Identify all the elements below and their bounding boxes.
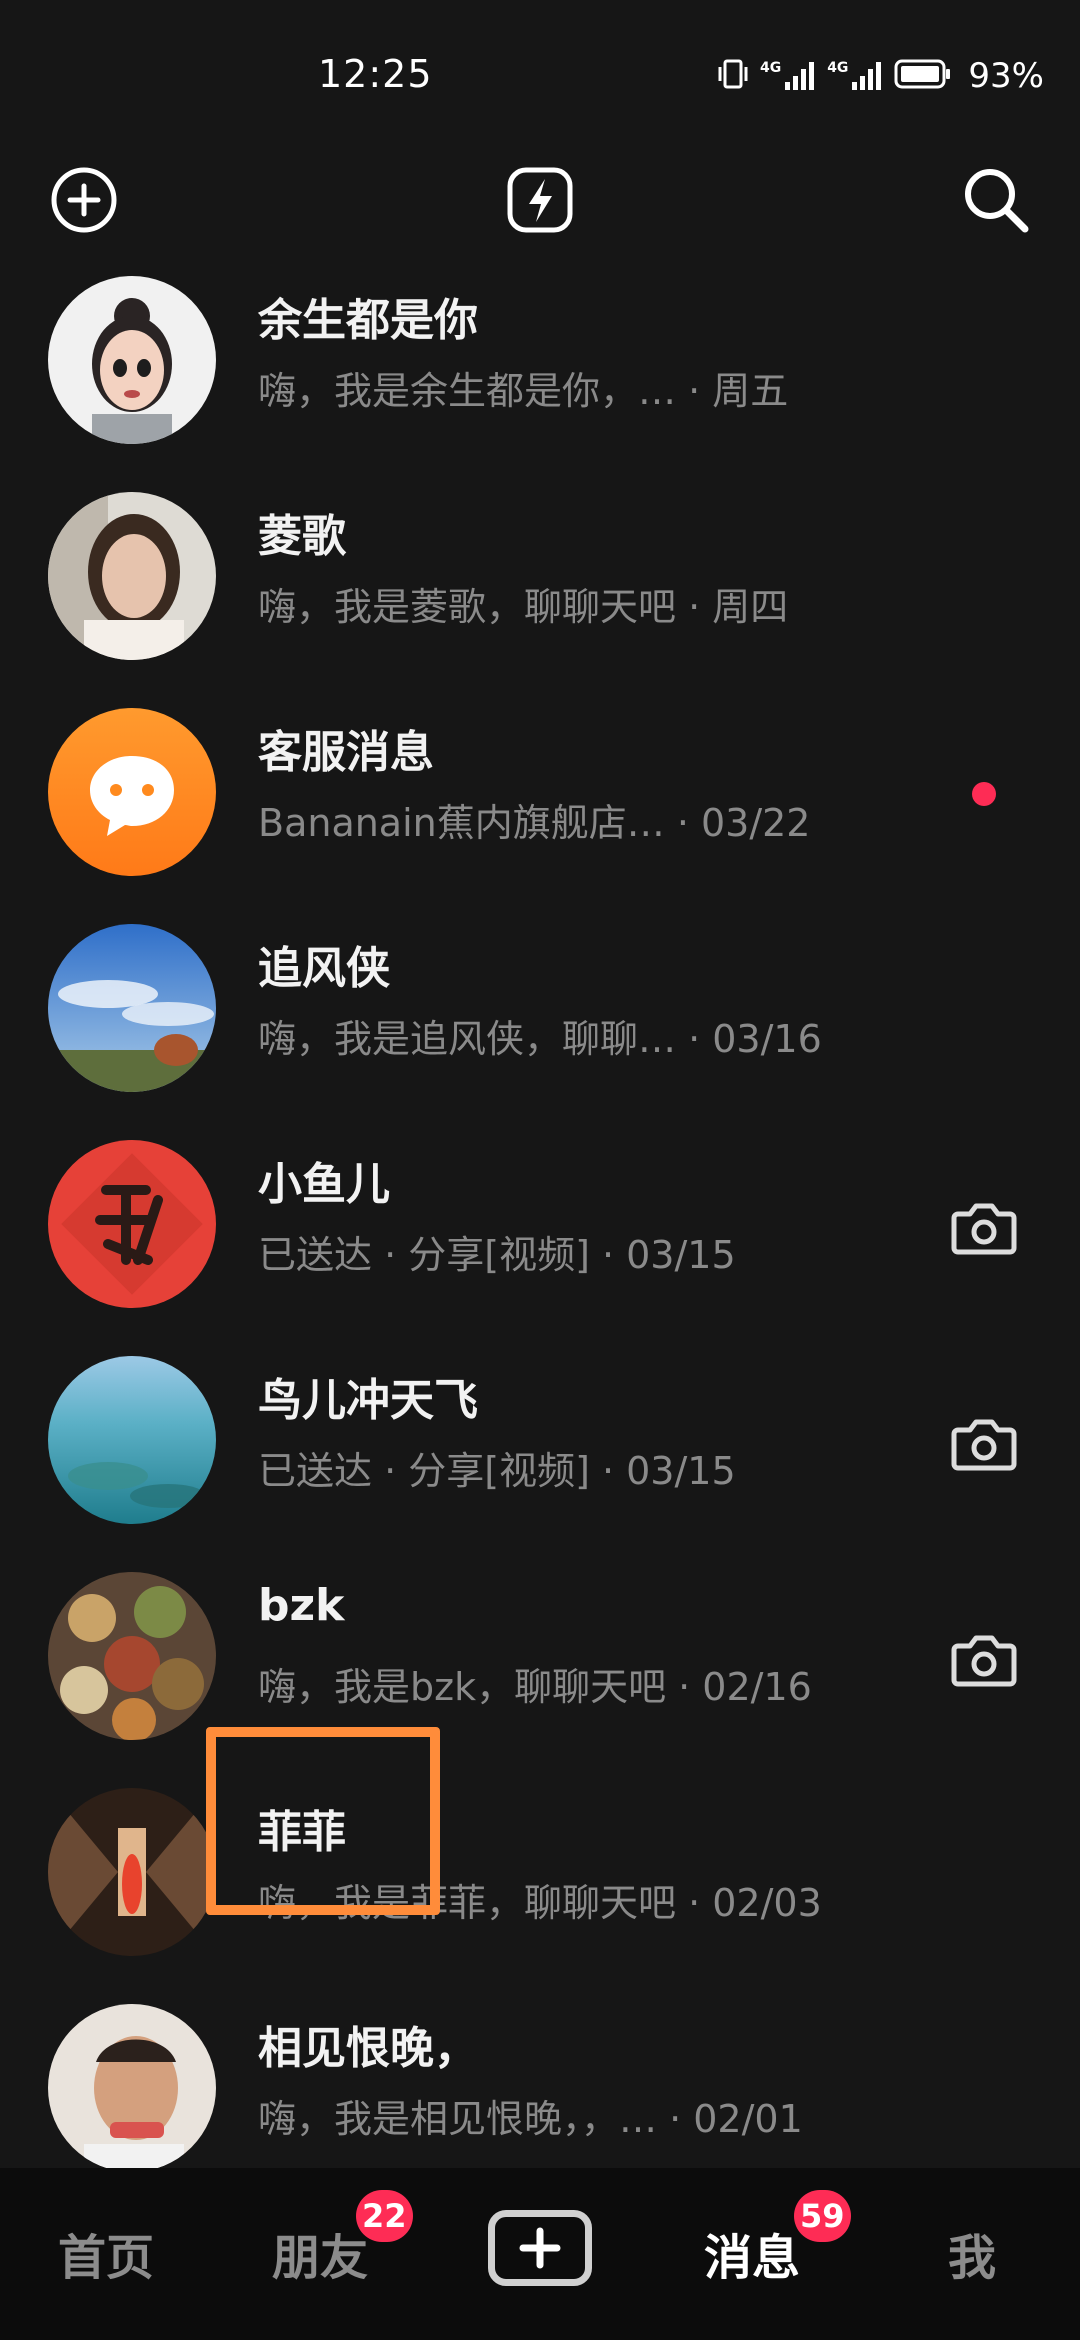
conversation-name: 菱歌: [258, 511, 346, 562]
search-icon[interactable]: [958, 162, 1034, 238]
avatar[interactable]: [48, 1140, 216, 1308]
network-type-1: 4G: [759, 60, 782, 76]
camera-icon[interactable]: [950, 1414, 1018, 1474]
conversation-item[interactable]: 菲菲 嗨，我是菲菲，聊聊天吧 · 02/03: [0, 1776, 1080, 1992]
camera-icon[interactable]: [950, 1630, 1018, 1690]
add-circle-icon[interactable]: [46, 162, 122, 238]
conversation-name: bzk: [258, 1580, 345, 1631]
friends-badge: 22: [356, 2190, 413, 2242]
conversation-name: 客服消息: [258, 727, 434, 778]
nav-friends[interactable]: 朋友: [272, 2218, 368, 2288]
avatar[interactable]: [48, 924, 216, 1092]
status-bar: 12:25 4G 4G 93%: [0, 0, 1080, 150]
bottom-nav: 首页 朋友 22 消息 59 我: [0, 2168, 1080, 2340]
messages-badge: 59: [794, 2190, 851, 2242]
conversation-item[interactable]: 客服消息 Bananain蕉内旗舰店… · 03/22: [0, 696, 1080, 912]
avatar[interactable]: [48, 708, 216, 876]
highlight-box-name: [206, 1727, 440, 1915]
camera-icon[interactable]: [950, 1198, 1018, 1258]
status-time: 12:25: [318, 52, 433, 96]
status-icons: 4G 4G 93%: [716, 56, 1044, 96]
network-type-2: 4G: [827, 60, 849, 76]
conversation-preview: 嗨，我是余生都是你，… · 周五: [258, 369, 789, 413]
avatar[interactable]: [48, 276, 216, 444]
avatar[interactable]: [48, 492, 216, 660]
nav-me[interactable]: 我: [948, 2218, 996, 2288]
conversation-item[interactable]: 小鱼儿 已送达 · 分享[视频] · 03/15: [0, 1128, 1080, 1344]
nav-messages[interactable]: 消息: [704, 2218, 800, 2288]
nav-home[interactable]: 首页: [58, 2218, 154, 2288]
conversation-preview: 已送达 · 分享[视频] · 03/15: [258, 1449, 736, 1493]
top-bar: [0, 150, 1080, 250]
conversation-item[interactable]: bzk 嗨，我是bzk，聊聊天吧 · 02/16: [0, 1560, 1080, 1776]
conversation-preview: 嗨，我是bzk，聊聊天吧 · 02/16: [258, 1665, 812, 1709]
conversation-item[interactable]: 余生都是你 嗨，我是余生都是你，… · 周五: [0, 264, 1080, 480]
conversation-preview: 嗨，我是追风侠，聊聊… · 03/16: [258, 1017, 822, 1061]
conversation-name: 小鱼儿: [258, 1159, 390, 1210]
conversation-item[interactable]: 菱歌 嗨，我是菱歌，聊聊天吧 · 周四: [0, 480, 1080, 696]
avatar[interactable]: [48, 1356, 216, 1524]
conversation-preview: 已送达 · 分享[视频] · 03/15: [258, 1233, 736, 1277]
battery-percent: 93%: [968, 56, 1044, 96]
conversation-preview: Bananain蕉内旗舰店… · 03/22: [258, 801, 811, 845]
avatar[interactable]: [48, 1572, 216, 1740]
vibrate-icon: [716, 57, 750, 95]
unread-dot: [972, 782, 996, 806]
conversation-item[interactable]: 追风侠 嗨，我是追风侠，聊聊… · 03/16: [0, 912, 1080, 1128]
conversation-name: 相见恨晚，: [258, 2023, 478, 2074]
conversation-name: 余生都是你: [258, 295, 478, 346]
conversation-preview: 嗨，我是相见恨晚，，… · 02/01: [258, 2097, 803, 2141]
messages-screen: 12:25 4G 4G 93% 余生都是你 嗨，我是余生都是你，… · 周五 菱…: [0, 0, 1080, 2340]
flash-icon[interactable]: [502, 162, 578, 238]
conversation-preview: 嗨，我是菱歌，聊聊天吧 · 周四: [258, 585, 789, 629]
signal-icon-1: 4G: [760, 60, 817, 92]
avatar[interactable]: [48, 2004, 216, 2172]
battery-icon: [894, 58, 952, 94]
conversation-name: 鸟儿冲天飞: [258, 1375, 478, 1426]
signal-icon-2: 4G: [827, 60, 884, 92]
create-button[interactable]: [488, 2210, 592, 2286]
conversation-item[interactable]: 鸟儿冲天飞 已送达 · 分享[视频] · 03/15: [0, 1344, 1080, 1560]
avatar[interactable]: [48, 1788, 216, 1956]
plus-icon: [519, 2227, 561, 2269]
conversation-name: 追风侠: [258, 943, 390, 994]
